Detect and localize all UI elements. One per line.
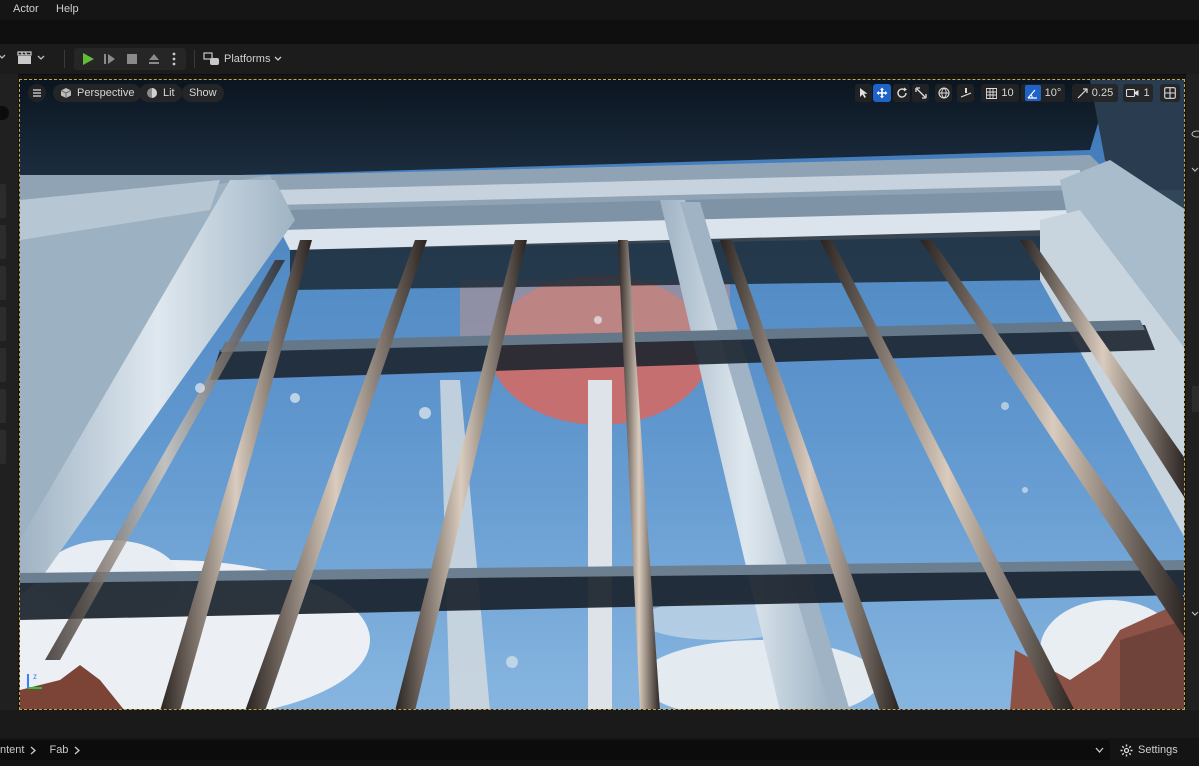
left-panel-tab[interactable] [0, 266, 6, 300]
right-panel-scroll-tab[interactable] [1192, 386, 1199, 412]
chevron-right-icon [30, 746, 37, 755]
angle-icon [1024, 85, 1041, 101]
tab-strip [0, 20, 1199, 44]
lighting-mode-button[interactable]: Lit [139, 84, 182, 102]
chevron-down-icon[interactable] [1191, 166, 1199, 174]
rotate-icon [896, 87, 907, 98]
skip-forward-icon [104, 54, 115, 64]
menu-actor[interactable]: Actor [13, 3, 39, 15]
eject-icon [149, 54, 159, 64]
layout-grid-icon [1164, 87, 1176, 99]
level-viewport[interactable]: z Perspective Lit Show 10 10° 0.25 1 [19, 79, 1185, 710]
chevron-down-icon[interactable] [0, 53, 6, 61]
scale-snap-value: 0.25 [1091, 87, 1114, 99]
chevron-right-icon[interactable] [74, 746, 81, 755]
chevron-down-icon[interactable] [1191, 610, 1199, 618]
move-arrows-icon [876, 87, 888, 99]
camera-speed-button[interactable]: 1 [1123, 84, 1153, 102]
platforms-button[interactable]: Platforms [202, 48, 282, 70]
right-side-panel [1186, 74, 1199, 710]
kebab-menu-icon [172, 52, 176, 66]
content-browser-path-bar: ntent Fab Settings [0, 738, 1199, 766]
main-toolbar [0, 44, 1199, 75]
lit-sphere-icon [147, 88, 157, 98]
breadcrumb[interactable]: ntent Fab [0, 740, 1110, 760]
left-panel-tab[interactable] [0, 430, 6, 464]
play-options-button[interactable] [166, 48, 182, 70]
camera-icon [1126, 88, 1139, 98]
viewport-toolbar: Perspective Lit Show 10 10° 0.25 1 [20, 80, 1184, 106]
left-panel-tab[interactable] [0, 389, 6, 423]
scale-snap-button[interactable]: 0.25 [1072, 84, 1118, 102]
translate-mode-button[interactable] [873, 84, 891, 102]
cinematics-dropdown-icon[interactable] [37, 54, 45, 62]
viewport-scene-image[interactable] [20, 80, 1185, 710]
camera-speed-value: 1 [1143, 87, 1150, 99]
view-mode-button[interactable]: Perspective [53, 84, 142, 102]
left-panel-tab[interactable] [0, 348, 6, 382]
status-dot-icon [0, 106, 9, 120]
surface-snap-icon [960, 88, 971, 98]
rotation-snap-button[interactable]: 10° [1021, 84, 1065, 102]
toolbar-separator [64, 50, 65, 68]
panel-divider [0, 710, 1199, 738]
eject-button[interactable] [144, 48, 164, 70]
menu-help[interactable]: Help [56, 3, 79, 15]
hamburger-menu-icon [33, 89, 41, 97]
select-mode-button[interactable] [855, 84, 872, 102]
world-local-toggle[interactable] [935, 84, 952, 102]
rotation-snap-value: 10° [1044, 87, 1062, 99]
rotate-mode-button[interactable] [893, 84, 910, 102]
view-mode-label: Perspective [77, 87, 135, 99]
left-panel-tab[interactable] [0, 307, 6, 341]
surface-snap-button[interactable] [957, 84, 974, 102]
breadcrumb-item-fab[interactable]: Fab [49, 744, 68, 756]
grid-icon [986, 87, 998, 99]
platforms-label: Platforms [224, 53, 271, 65]
stop-button[interactable] [122, 48, 142, 70]
cursor-arrow-icon [859, 88, 867, 98]
scale-icon [914, 87, 927, 99]
play-button[interactable] [78, 48, 98, 70]
breadcrumb-item-content[interactable]: ntent [0, 744, 24, 756]
grid-snap-value: 10 [1001, 87, 1014, 99]
globe-icon [937, 87, 950, 99]
settings-label: Settings [1138, 744, 1178, 756]
grid-snap-button[interactable]: 10 [981, 84, 1019, 102]
left-panel-tab[interactable] [0, 184, 6, 218]
history-dropdown-icon[interactable] [1095, 746, 1104, 754]
advance-frame-button[interactable] [100, 48, 120, 70]
play-icon [83, 53, 94, 65]
perspective-cube-icon [60, 88, 72, 98]
scale-snap-icon [1077, 87, 1088, 98]
show-flags-button[interactable]: Show [182, 84, 224, 102]
play-controls [74, 48, 186, 70]
left-panel-tab[interactable] [0, 225, 6, 259]
viewport-layout-button[interactable] [1160, 84, 1180, 102]
svg-text:z: z [33, 672, 37, 681]
gear-icon [1120, 744, 1133, 756]
left-side-panel [0, 74, 18, 710]
show-label: Show [189, 87, 217, 99]
toolbar-separator [194, 50, 195, 68]
platforms-gamepad-icon [202, 52, 220, 66]
cinematics-clapper-icon[interactable] [17, 51, 33, 65]
lighting-mode-label: Lit [163, 87, 175, 99]
menu-bar: Actor Help [0, 0, 1199, 20]
chevron-down-icon [274, 55, 282, 63]
settings-button[interactable]: Settings [1120, 740, 1178, 760]
viewport-options-button[interactable] [28, 84, 46, 102]
axis-gizmo-icon: z [27, 672, 42, 689]
eye-icon[interactable] [1191, 130, 1199, 138]
stop-icon [127, 54, 137, 64]
scale-mode-button[interactable] [912, 84, 929, 102]
